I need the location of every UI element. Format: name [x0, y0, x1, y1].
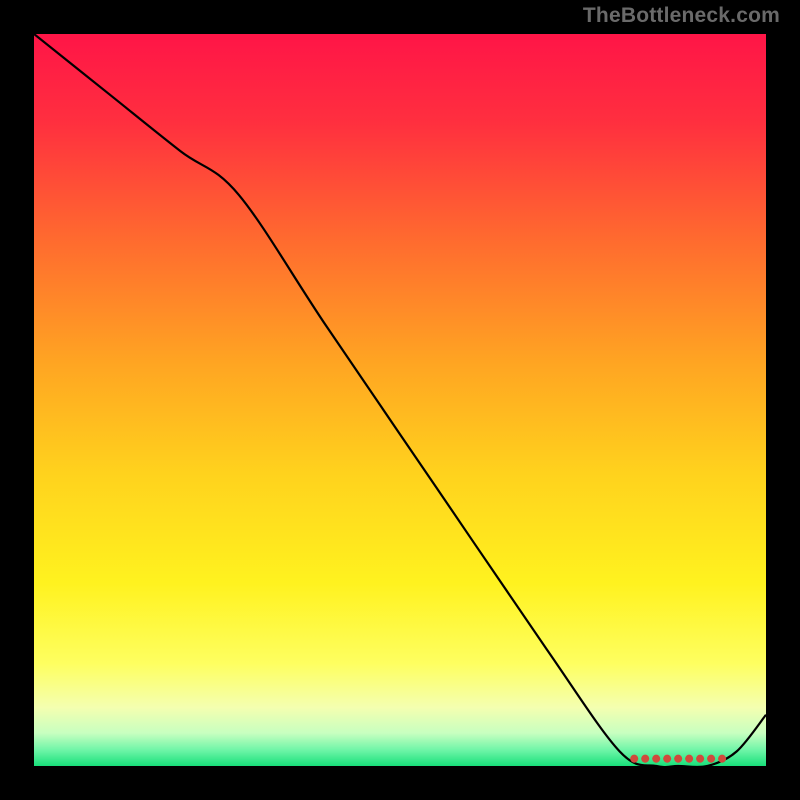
chart-container: TheBottleneck.com — [0, 0, 800, 800]
plot-area — [32, 32, 768, 768]
attribution-label: TheBottleneck.com — [583, 4, 780, 28]
data-curve — [34, 34, 766, 766]
